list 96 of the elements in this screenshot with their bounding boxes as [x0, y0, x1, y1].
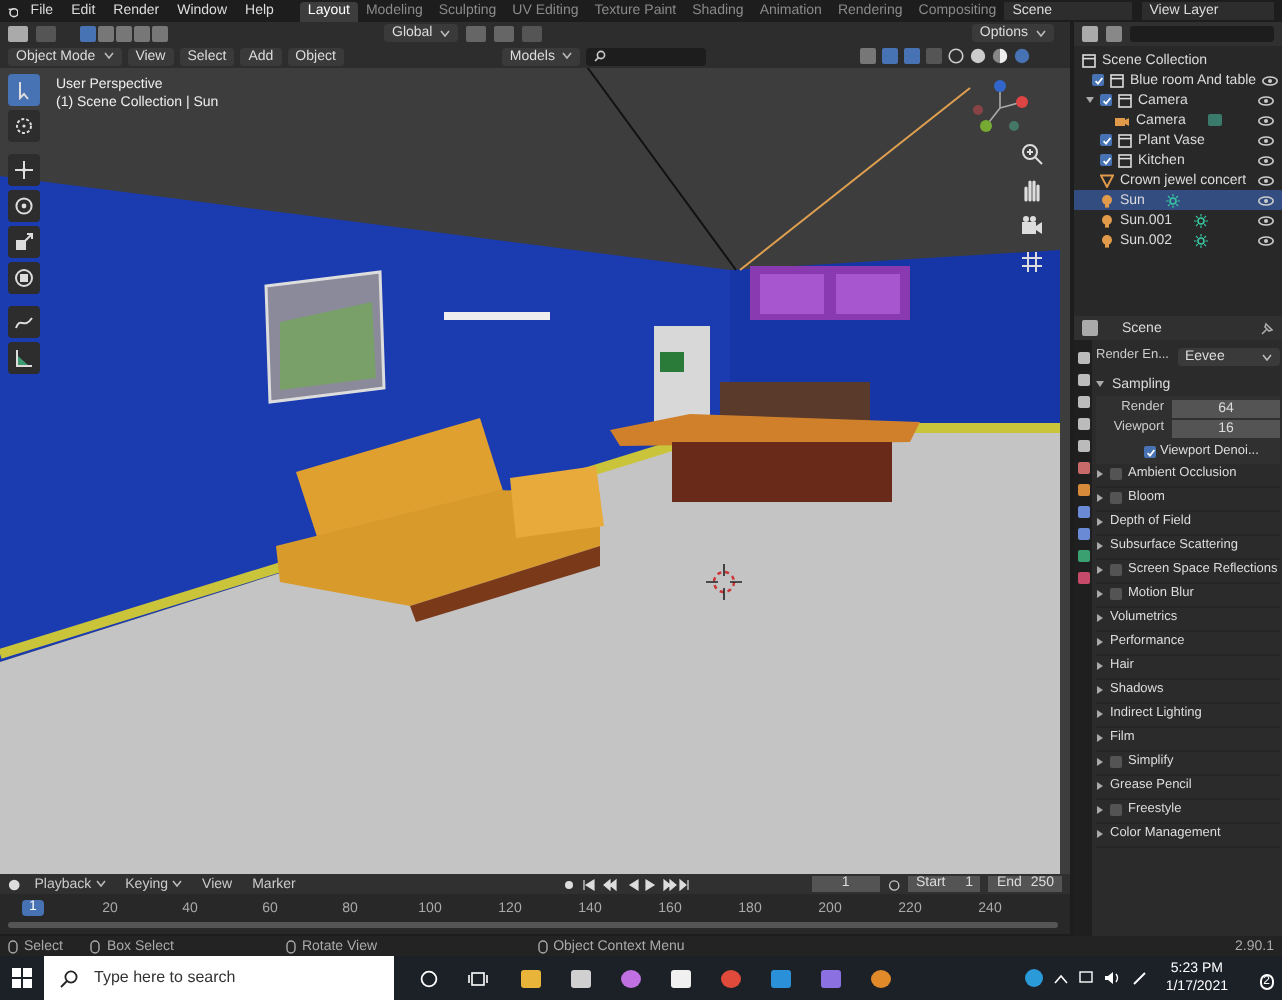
- collection-icon: [1110, 73, 1124, 87]
- mouse-icon: [537, 939, 548, 953]
- scale-tool-icon[interactable]: [8, 226, 40, 258]
- checkbox[interactable]: [1100, 154, 1112, 166]
- eye-icon[interactable]: [1262, 75, 1279, 85]
- eye-icon[interactable]: [1258, 235, 1274, 245]
- disclosure-triangle-icon[interactable]: [1096, 380, 1104, 388]
- disclosure-triangle-icon[interactable]: [1096, 710, 1104, 718]
- collection-icon: [1082, 53, 1096, 67]
- caret-icon: [1262, 353, 1272, 361]
- checkbox[interactable]: [1110, 468, 1122, 480]
- eye-icon[interactable]: [1258, 215, 1274, 225]
- sun-icon: [1166, 193, 1181, 207]
- disclosure-triangle-icon[interactable]: [1096, 662, 1104, 670]
- search-placeholder: Type here to search: [94, 970, 236, 986]
- pen-icon[interactable]: [1131, 970, 1148, 986]
- caret-icon: [172, 880, 183, 888]
- speaker-icon[interactable]: [1103, 970, 1122, 986]
- mesh-icon: [1100, 173, 1114, 187]
- grid-icon[interactable]: [1020, 250, 1044, 274]
- checkbox[interactable]: [1110, 756, 1122, 768]
- material-shading-icon[interactable]: [992, 48, 1008, 64]
- collection-icon: [1118, 93, 1132, 107]
- hand-icon[interactable]: [1020, 178, 1044, 202]
- chevron-up-icon[interactable]: [1053, 973, 1068, 983]
- caret-icon: [440, 29, 451, 37]
- zoom-icon[interactable]: [1020, 142, 1044, 166]
- disclosure-triangle-icon[interactable]: [1096, 590, 1104, 598]
- checkbox[interactable]: [1100, 94, 1112, 106]
- eye-icon[interactable]: [1258, 135, 1274, 145]
- move-tool-icon[interactable]: [8, 154, 40, 186]
- disclosure-triangle-icon[interactable]: [1096, 686, 1104, 694]
- transform-tool-icon[interactable]: [8, 262, 40, 294]
- disclosure-triangle-icon[interactable]: [1096, 782, 1104, 790]
- disclosure-triangle-icon[interactable]: [1086, 96, 1094, 104]
- disclosure-triangle-icon[interactable]: [1096, 494, 1104, 502]
- light-icon: [1100, 233, 1114, 247]
- blender-logo-icon[interactable]: [8, 3, 19, 19]
- annotate-tool-icon[interactable]: [8, 306, 40, 338]
- rendered-shading-icon[interactable]: [1014, 48, 1030, 64]
- wireframe-shading-icon[interactable]: [948, 48, 964, 64]
- disclosure-triangle-icon[interactable]: [1096, 518, 1104, 526]
- collection-icon: [1118, 153, 1132, 167]
- checkbox[interactable]: [1110, 804, 1122, 816]
- select-tool-icon[interactable]: [8, 74, 40, 106]
- disclosure-triangle-icon[interactable]: [1096, 470, 1104, 478]
- sun-icon: [1194, 213, 1209, 227]
- disclosure-triangle-icon[interactable]: [1096, 758, 1104, 766]
- eye-icon[interactable]: [1258, 195, 1274, 205]
- disclosure-triangle-icon[interactable]: [1096, 542, 1104, 550]
- mouse-icon: [90, 939, 101, 953]
- taskbar-search-field[interactable]: Type here to search: [44, 956, 394, 1000]
- disclosure-triangle-icon[interactable]: [1096, 830, 1104, 838]
- camera-data-icon: [1207, 114, 1222, 126]
- eye-icon[interactable]: [1258, 115, 1274, 125]
- record-icon[interactable]: [561, 877, 576, 891]
- pin-icon[interactable]: [1260, 321, 1274, 335]
- cursor-tool-icon[interactable]: [8, 110, 40, 142]
- search-icon: [594, 50, 607, 62]
- mouse-icon: [285, 939, 296, 953]
- stopwatch-icon[interactable]: [887, 877, 900, 891]
- caret-icon: [103, 52, 114, 60]
- circle-icon[interactable]: [420, 969, 438, 987]
- sun-icon: [1194, 233, 1209, 247]
- task-view-icon[interactable]: [468, 969, 488, 987]
- caret-icon: [95, 880, 106, 888]
- disclosure-triangle-icon[interactable]: [1096, 614, 1104, 622]
- disclosure-triangle-icon[interactable]: [1096, 734, 1104, 742]
- timeline-scrollbar[interactable]: [8, 922, 1058, 928]
- clock-icon[interactable]: [8, 877, 21, 891]
- light-icon: [1100, 193, 1114, 207]
- camera-view-icon[interactable]: [1020, 214, 1044, 238]
- checkbox[interactable]: [1110, 492, 1122, 504]
- disclosure-triangle-icon[interactable]: [1096, 566, 1104, 574]
- playback-controls-icon[interactable]: [579, 877, 692, 891]
- disclosure-triangle-icon[interactable]: [1096, 638, 1104, 646]
- caret-icon: [562, 52, 573, 60]
- eye-icon[interactable]: [1258, 175, 1274, 185]
- rotate-tool-icon[interactable]: [8, 190, 40, 222]
- collection-icon: [1118, 133, 1132, 147]
- light-icon: [1100, 213, 1114, 227]
- measure-tool-icon[interactable]: [8, 342, 40, 374]
- solid-shading-icon[interactable]: [970, 48, 986, 64]
- camera-icon: [1114, 113, 1130, 127]
- eye-icon[interactable]: [1258, 95, 1274, 105]
- checkbox[interactable]: [1110, 564, 1122, 576]
- disclosure-triangle-icon[interactable]: [1096, 806, 1104, 814]
- caret-icon: [1036, 29, 1046, 37]
- mouse-icon: [8, 939, 18, 953]
- eye-icon[interactable]: [1258, 155, 1274, 165]
- checkbox[interactable]: [1110, 588, 1122, 600]
- checkbox[interactable]: [1144, 446, 1156, 459]
- search-field[interactable]: [586, 47, 707, 65]
- search-icon: [60, 969, 78, 987]
- checkbox[interactable]: [1092, 74, 1104, 86]
- checkbox[interactable]: [1100, 134, 1112, 146]
